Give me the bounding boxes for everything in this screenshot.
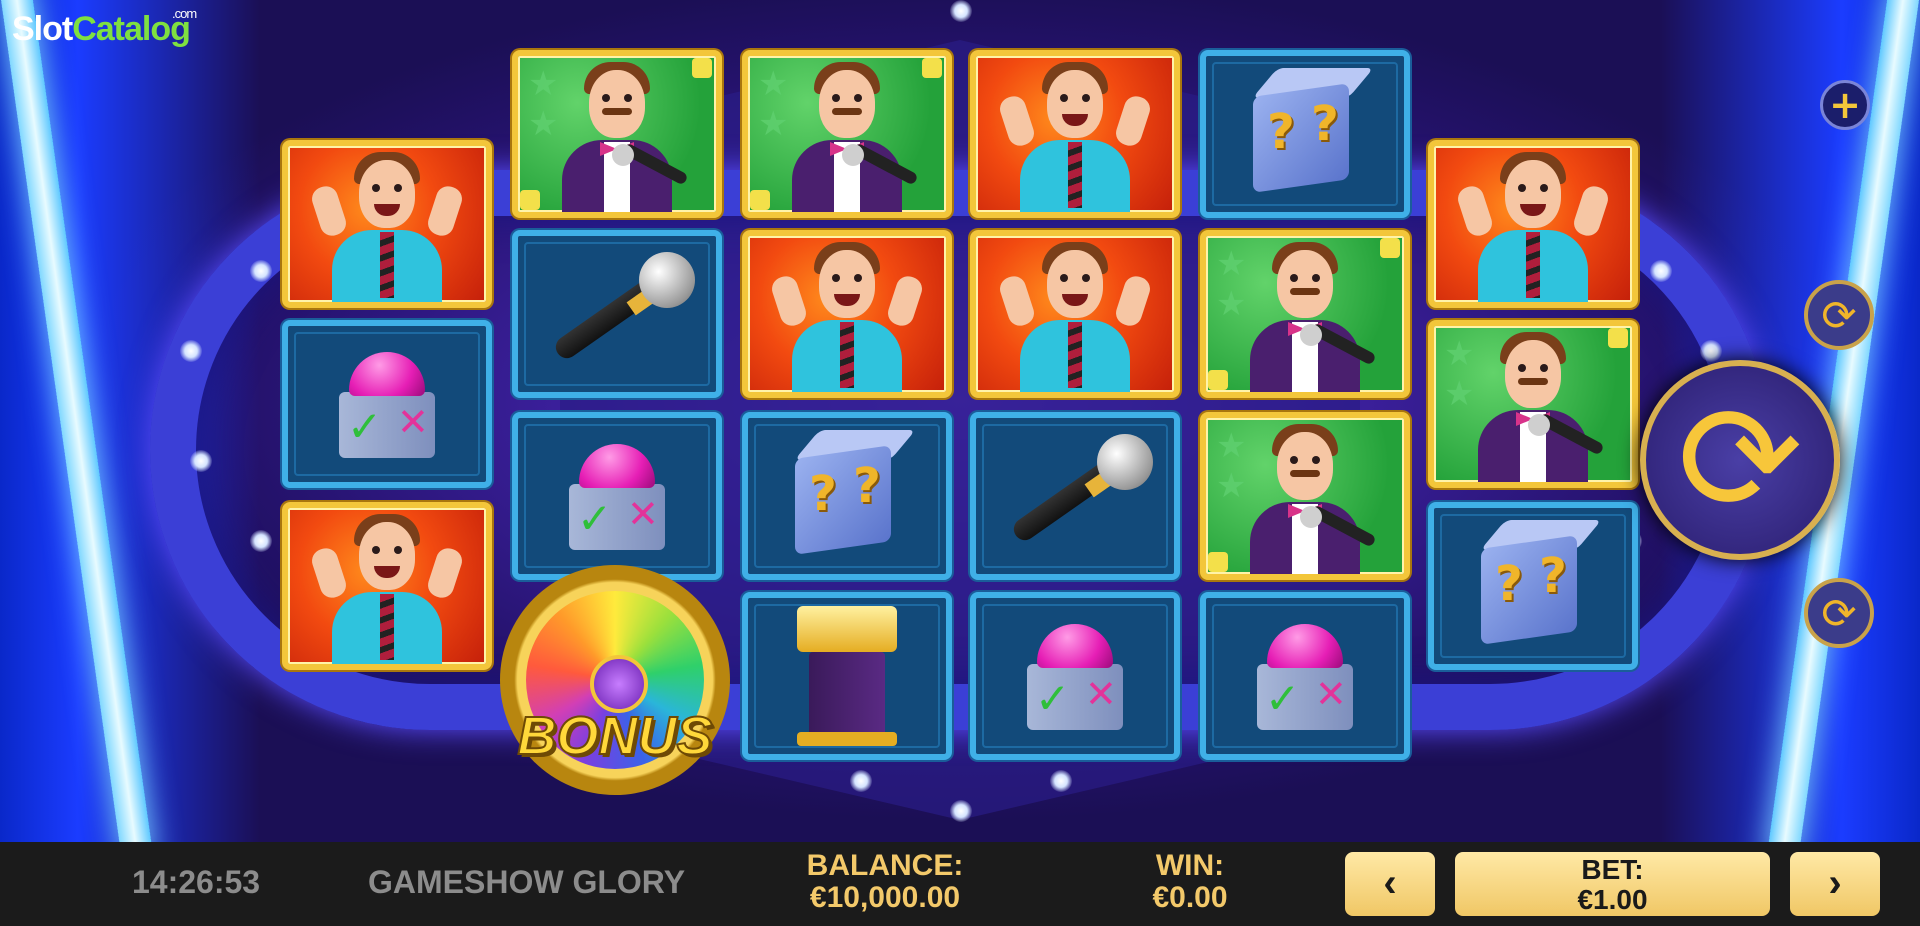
symbol-microphone xyxy=(970,412,1180,580)
symbol-podium xyxy=(742,592,952,760)
stage-bulb xyxy=(950,800,972,822)
symbol-microphone xyxy=(512,230,722,398)
balance-value: €10,000.00 xyxy=(809,881,961,914)
symbol-host-mic xyxy=(1428,320,1638,488)
symbol-host-mic xyxy=(512,50,722,218)
symbol-mystery-cube: ?? xyxy=(742,412,952,580)
stage-bulb xyxy=(180,340,202,362)
symbol-host-cheer xyxy=(282,502,492,670)
bet-decrease-button[interactable]: ‹ xyxy=(1345,852,1435,916)
stage-bulb xyxy=(1700,340,1722,362)
symbol-buzzer: ✓ ✕ xyxy=(1200,592,1410,760)
host-cheer-icon xyxy=(1454,152,1612,302)
plus-button[interactable]: + xyxy=(1820,80,1870,130)
host-mic-icon xyxy=(542,62,692,212)
clock: 14:26:53 xyxy=(132,864,261,900)
stage-bulb xyxy=(250,530,272,552)
win-value: €0.00 xyxy=(1152,881,1228,914)
game-stage: SlotCatalog.com ✓✕ ✓✕ BONUS ?? xyxy=(0,0,1920,842)
symbol-buzzer: ✓ ✕ xyxy=(970,592,1180,760)
balance-label: BALANCE: xyxy=(806,849,964,882)
host-cheer-icon xyxy=(308,152,466,302)
symbol-buzzer: ✓ ✕ xyxy=(512,412,722,580)
symbol-buzzer: ✓ ✕ xyxy=(282,320,492,488)
game-title: GAMESHOW GLORY xyxy=(368,864,686,900)
symbol-host-mic xyxy=(1200,412,1410,580)
bottom-bar: 14:26:53 GAMESHOW GLORY BALANCE: €10,000… xyxy=(0,842,1920,926)
stage-bulb xyxy=(190,450,212,472)
spin-button[interactable]: ⟳ xyxy=(1640,360,1840,560)
win-label: WIN: xyxy=(1155,849,1225,882)
host-cheer-icon xyxy=(308,514,466,664)
stage-bulb xyxy=(250,260,272,282)
bet-display[interactable]: BET: €1.00 xyxy=(1455,852,1770,916)
slotcatalog-logo: SlotCatalog .com xyxy=(12,6,197,48)
stage-bulb xyxy=(1650,260,1672,282)
host-mic-icon xyxy=(1458,332,1608,482)
symbol-mystery-cube: ?? xyxy=(1428,502,1638,670)
bonus-label: BONUS xyxy=(516,705,713,767)
symbol-host-cheer xyxy=(282,140,492,308)
stage-bulb xyxy=(850,770,872,792)
symbol-host-cheer xyxy=(742,230,952,398)
win-display: WIN: €0.00 xyxy=(1110,850,1270,914)
host-mic-icon xyxy=(1230,424,1380,574)
host-mic-icon xyxy=(772,62,922,212)
symbol-host-mic xyxy=(1200,230,1410,398)
stage-bulb xyxy=(1050,770,1072,792)
symbol-host-cheer xyxy=(970,50,1180,218)
host-mic-icon xyxy=(1230,242,1380,392)
host-cheer-icon xyxy=(996,62,1154,212)
bet-increase-button[interactable]: › xyxy=(1790,852,1880,916)
autoplay-button[interactable]: ⟳ xyxy=(1804,578,1874,648)
symbol-bonus-wheel: BONUS xyxy=(492,565,738,795)
symbol-host-cheer xyxy=(970,230,1180,398)
host-cheer-icon xyxy=(768,242,926,392)
turbo-spin-button[interactable]: ⟳ xyxy=(1804,280,1874,350)
bet-value: €1.00 xyxy=(1577,884,1648,915)
balance-display: BALANCE: €10,000.00 xyxy=(760,850,1010,914)
symbol-host-cheer xyxy=(1428,140,1638,308)
bet-label: BET: xyxy=(1581,854,1644,885)
symbol-mystery-cube: ?? xyxy=(1200,50,1410,218)
stage-bulb xyxy=(950,0,972,22)
symbol-host-mic xyxy=(742,50,952,218)
host-cheer-icon xyxy=(996,242,1154,392)
